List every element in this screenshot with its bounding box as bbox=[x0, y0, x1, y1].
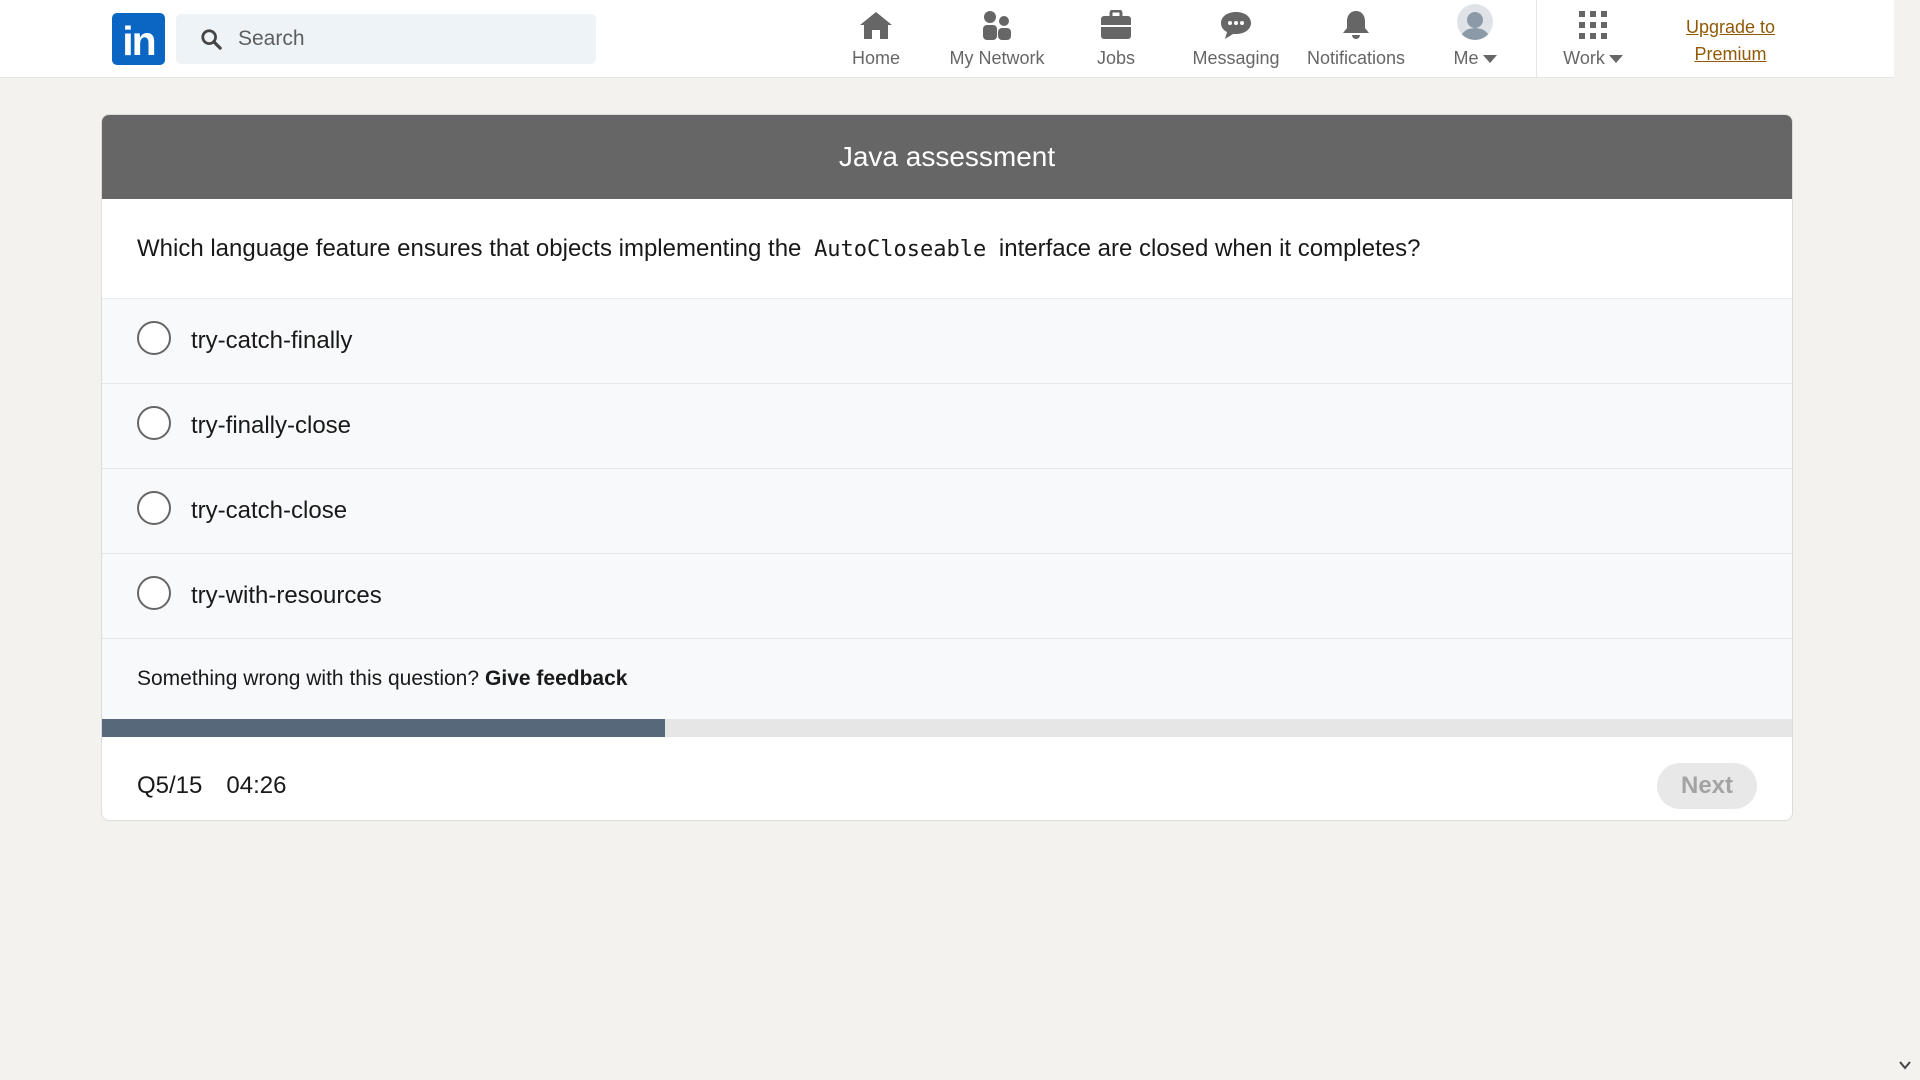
nav-item-messaging[interactable]: Messaging bbox=[1187, 8, 1285, 70]
nav-item-home[interactable]: Home bbox=[845, 8, 907, 70]
radio-button[interactable] bbox=[137, 321, 171, 355]
assessment-card: Java assessment Which language feature e… bbox=[101, 114, 1793, 821]
answer-option-1[interactable]: try-catch-finally bbox=[102, 299, 1792, 384]
question-text: Which language feature ensures that obje… bbox=[102, 199, 1792, 299]
answer-option-4[interactable]: try-with-resources bbox=[102, 554, 1792, 639]
nav-label-notifications: Notifications bbox=[1306, 48, 1406, 68]
assessment-footer: Q5/15 04:26 Next bbox=[102, 737, 1792, 820]
nav-label-messaging: Messaging bbox=[1192, 48, 1280, 68]
option-label: try-catch-close bbox=[191, 497, 348, 524]
premium-line-2: Premium bbox=[1694, 44, 1767, 64]
option-label: try-catch-finally bbox=[191, 327, 353, 354]
search-placeholder: Search bbox=[238, 27, 305, 50]
scroll-down-arrow-icon[interactable] bbox=[1898, 1058, 1912, 1072]
nav-label-me: Me bbox=[1453, 48, 1479, 68]
progress-bar-fill bbox=[102, 719, 665, 737]
feedback-prompt: Something wrong with this question? bbox=[137, 667, 480, 690]
nav-item-my-network[interactable]: My Network bbox=[942, 8, 1052, 70]
option-label: try-finally-close bbox=[191, 412, 352, 439]
premium-line-1: Upgrade to bbox=[1685, 17, 1776, 37]
bell-icon bbox=[1343, 11, 1369, 39]
chevron-down-icon bbox=[1608, 54, 1623, 63]
chevron-down-icon bbox=[1482, 54, 1497, 63]
nav-divider bbox=[1536, 0, 1537, 78]
nav-label-home: Home bbox=[851, 48, 900, 68]
option-label: try-with-resources bbox=[191, 582, 382, 609]
radio-button[interactable] bbox=[137, 406, 171, 440]
radio-button[interactable] bbox=[137, 576, 171, 610]
avatar bbox=[1457, 4, 1493, 40]
timer: 04:26 bbox=[226, 772, 287, 799]
radio-button[interactable] bbox=[137, 491, 171, 525]
nav-label-jobs: Jobs bbox=[1096, 48, 1136, 68]
give-feedback-link[interactable]: Give feedback bbox=[485, 667, 627, 691]
top-navigation-bar: in Search Home My Network Jobs Messaging… bbox=[0, 0, 1894, 78]
assessment-title: Java assessment bbox=[102, 115, 1792, 199]
search-input[interactable]: Search bbox=[176, 14, 596, 64]
answer-option-2[interactable]: try-finally-close bbox=[102, 384, 1792, 469]
chat-icon bbox=[1221, 12, 1251, 39]
question-counter: Q5/15 bbox=[137, 772, 203, 799]
grid-icon bbox=[1579, 11, 1607, 39]
nav-label-work: Work bbox=[1563, 48, 1605, 68]
question-code: AutoCloseable bbox=[814, 236, 987, 262]
answer-options: try-catch-finally try-finally-close try-… bbox=[102, 299, 1792, 639]
nav-item-jobs[interactable]: Jobs bbox=[1085, 8, 1147, 70]
home-icon bbox=[860, 12, 892, 39]
upgrade-premium-link[interactable]: Upgrade to Premium bbox=[1668, 14, 1793, 68]
answer-option-3[interactable]: try-catch-close bbox=[102, 469, 1792, 554]
network-icon bbox=[983, 11, 1011, 40]
question-text-start: Which language feature ensures that obje… bbox=[137, 234, 809, 262]
nav-item-work[interactable]: Work bbox=[1560, 8, 1626, 70]
next-button[interactable]: Next bbox=[1657, 763, 1757, 809]
nav-item-notifications[interactable]: Notifications bbox=[1303, 8, 1409, 70]
feedback-row: Something wrong with this question? Give… bbox=[102, 639, 1792, 719]
nav-item-me[interactable]: Me bbox=[1445, 4, 1505, 70]
briefcase-icon bbox=[1101, 10, 1131, 39]
question-text-end: interface are closed when it completes? bbox=[992, 234, 1421, 262]
linkedin-logo[interactable]: in bbox=[112, 13, 165, 65]
nav-label-my-network: My Network bbox=[949, 48, 1045, 68]
progress-bar bbox=[102, 719, 1792, 737]
search-icon bbox=[201, 29, 222, 50]
